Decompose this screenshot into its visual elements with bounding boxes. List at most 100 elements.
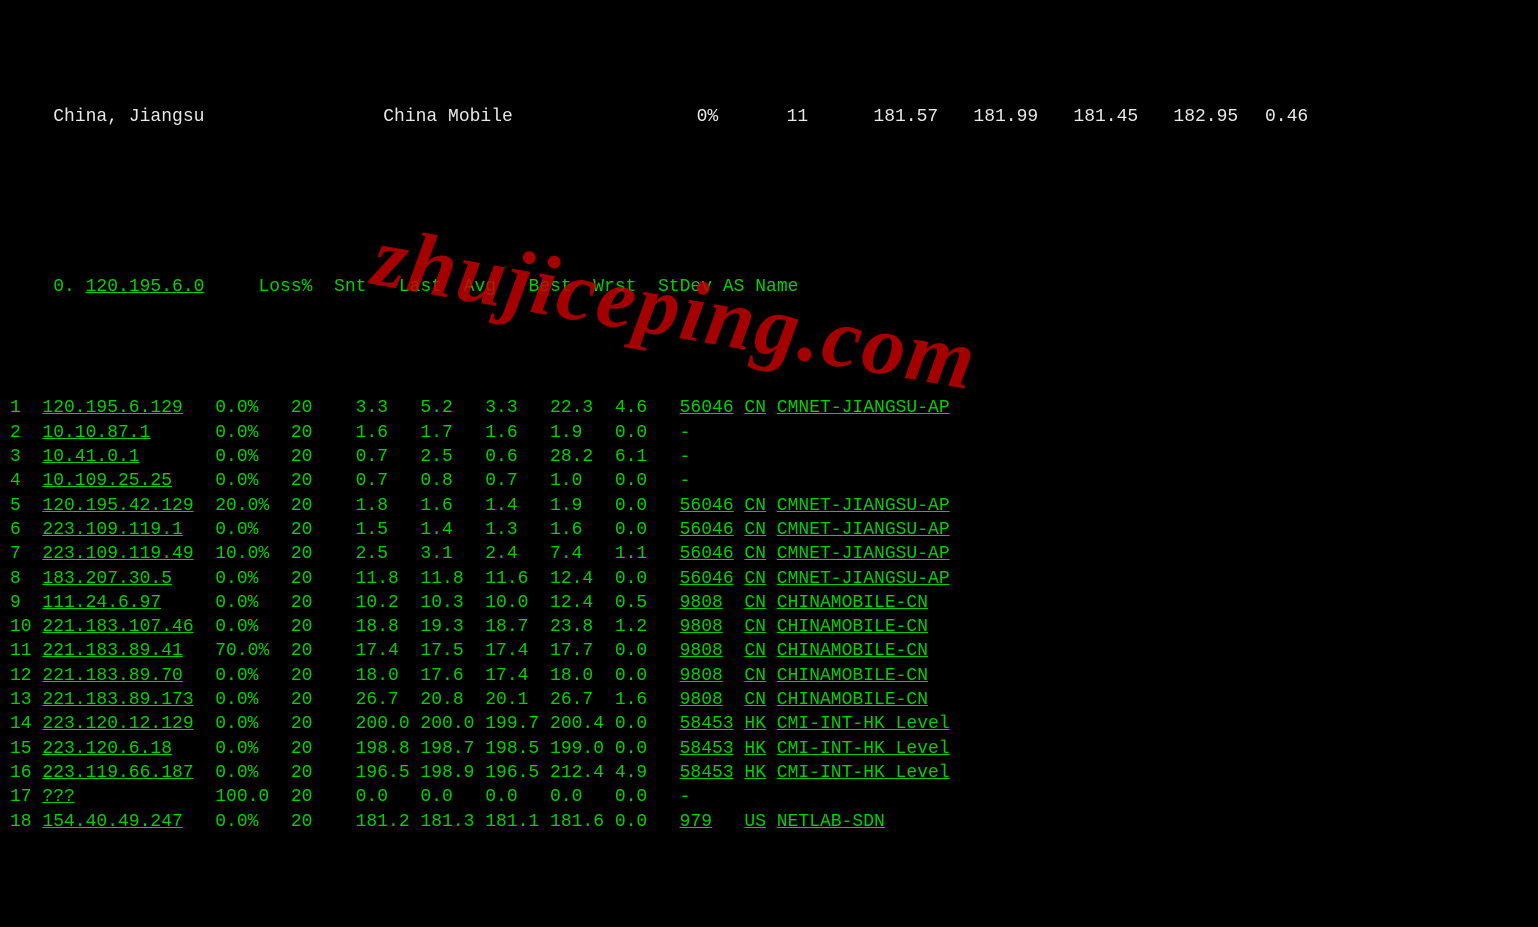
ip-address[interactable]: 10.41.0.1: [42, 445, 215, 469]
asn-number[interactable]: 56046: [680, 396, 745, 420]
best-ms: 199.7: [485, 712, 550, 736]
country-code[interactable]: HK: [744, 737, 776, 761]
as-name[interactable]: CHINAMOBILE-CN: [777, 639, 928, 663]
asn-number[interactable]: 58453: [680, 761, 745, 785]
asn-number[interactable]: 56046: [680, 542, 745, 566]
asn-number[interactable]: 56046: [680, 494, 745, 518]
snt-count: 20: [291, 469, 356, 493]
ip-address[interactable]: 120.195.6.129: [42, 396, 215, 420]
asn-number[interactable]: 58453: [680, 737, 745, 761]
ip-address[interactable]: 10.10.87.1: [42, 421, 215, 445]
country-code[interactable]: CN: [744, 615, 776, 639]
hop-number: 14: [10, 712, 42, 736]
last-ms: 1.8: [356, 494, 421, 518]
as-name[interactable]: CMNET-JIANGSU-AP: [777, 396, 950, 420]
wrst-ms: 12.4: [550, 567, 615, 591]
as-name[interactable]: CMNET-JIANGSU-AP: [777, 567, 950, 591]
last-ms: 18.8: [356, 615, 421, 639]
last-ms: 26.7: [356, 688, 421, 712]
country-code[interactable]: CN: [744, 567, 776, 591]
header-ip0[interactable]: 120.195.6.0: [86, 275, 259, 299]
ip-address[interactable]: 223.120.12.129: [42, 712, 215, 736]
wrst-ms: 7.4: [550, 542, 615, 566]
as-name[interactable]: CHINAMOBILE-CN: [777, 664, 928, 688]
header-stdev: StDev: [658, 275, 723, 299]
country-code[interactable]: CN: [744, 396, 776, 420]
avg-ms: 181.3: [420, 810, 485, 834]
as-name[interactable]: CHINAMOBILE-CN: [777, 688, 928, 712]
as-name[interactable]: CMNET-JIANGSU-AP: [777, 518, 950, 542]
ip-address[interactable]: 223.119.66.187: [42, 761, 215, 785]
best-ms: 198.5: [485, 737, 550, 761]
ip-address[interactable]: 120.195.42.129: [42, 494, 215, 518]
loss-pct: 10.0%: [215, 542, 291, 566]
wrst-ms: 22.3: [550, 396, 615, 420]
table-row: 10221.183.107.460.0%2018.819.318.723.81.…: [10, 615, 1528, 639]
as-name[interactable]: CMNET-JIANGSU-AP: [777, 494, 950, 518]
snt-count: 20: [291, 542, 356, 566]
country-code[interactable]: US: [744, 810, 776, 834]
country-code[interactable]: CN: [744, 494, 776, 518]
country-code[interactable]: CN: [744, 542, 776, 566]
snt-count: 20: [291, 639, 356, 663]
stdev-ms: 0.0: [615, 567, 680, 591]
country-code[interactable]: CN: [744, 518, 776, 542]
country-code[interactable]: HK: [744, 761, 776, 785]
hop-number: 4: [10, 469, 42, 493]
loss-pct: 0.0%: [215, 591, 291, 615]
as-name: -: [680, 469, 691, 493]
country-code[interactable]: CN: [744, 664, 776, 688]
wrst-ms: 1.9: [550, 421, 615, 445]
asn-number[interactable]: 9808: [680, 615, 745, 639]
as-name[interactable]: CMI-INT-HK Level: [777, 712, 950, 736]
isp-cell: China Mobile: [383, 105, 648, 129]
as-name[interactable]: CMI-INT-HK Level: [777, 737, 950, 761]
stdev-ms: 1.2: [615, 615, 680, 639]
avg-ms: 2.5: [420, 445, 485, 469]
ip-address[interactable]: 221.183.89.173: [42, 688, 215, 712]
best-ms: 20.1: [485, 688, 550, 712]
asn-number[interactable]: 9808: [680, 591, 745, 615]
ip-address[interactable]: 221.183.89.70: [42, 664, 215, 688]
as-name[interactable]: CHINAMOBILE-CN: [777, 591, 928, 615]
last-ms: 18.0: [356, 664, 421, 688]
ip-address[interactable]: 221.183.89.41: [42, 639, 215, 663]
asn-number[interactable]: 56046: [680, 518, 745, 542]
ip-address[interactable]: 221.183.107.46: [42, 615, 215, 639]
wrst-ms: 17.7: [550, 639, 615, 663]
asn-number[interactable]: 56046: [680, 567, 745, 591]
as-name[interactable]: CMI-INT-HK Level: [777, 761, 950, 785]
as-name: -: [680, 445, 691, 469]
country-code[interactable]: HK: [744, 712, 776, 736]
country-code[interactable]: CN: [744, 591, 776, 615]
snt-count: 20: [291, 615, 356, 639]
header-best: Best: [528, 275, 593, 299]
header-last: Last: [399, 275, 464, 299]
ip-address[interactable]: 154.40.49.247: [42, 810, 215, 834]
best-ms: 0.6: [485, 445, 550, 469]
asn-number[interactable]: 9808: [680, 664, 745, 688]
as-name[interactable]: NETLAB-SDN: [777, 810, 885, 834]
as-name[interactable]: CMNET-JIANGSU-AP: [777, 542, 950, 566]
ip-address[interactable]: 183.207.30.5: [42, 567, 215, 591]
wrst-ms: 212.4: [550, 761, 615, 785]
asn-number[interactable]: 979: [680, 810, 745, 834]
ip-address[interactable]: 223.120.6.18: [42, 737, 215, 761]
asn-number[interactable]: 9808: [680, 639, 745, 663]
ip-address[interactable]: ???: [42, 785, 215, 809]
country-code[interactable]: CN: [744, 688, 776, 712]
country-code[interactable]: CN: [744, 639, 776, 663]
summary-row: China, JiangsuChina Mobile0%11181.57181.…: [10, 81, 1528, 154]
ip-address[interactable]: 223.109.119.1: [42, 518, 215, 542]
asn-number[interactable]: 9808: [680, 688, 745, 712]
as-name[interactable]: CHINAMOBILE-CN: [777, 615, 928, 639]
ip-address[interactable]: 111.24.6.97: [42, 591, 215, 615]
asn-number[interactable]: 58453: [680, 712, 745, 736]
best-ms: 3.3: [485, 396, 550, 420]
best-ms: 196.5: [485, 761, 550, 785]
ip-address[interactable]: 223.109.119.49: [42, 542, 215, 566]
ip-address[interactable]: 10.109.25.25: [42, 469, 215, 493]
table-row: 410.109.25.250.0%200.70.80.71.00.0-: [10, 469, 1528, 493]
wrst-ms: 12.4: [550, 591, 615, 615]
stdev-ms: 6.1: [615, 445, 680, 469]
